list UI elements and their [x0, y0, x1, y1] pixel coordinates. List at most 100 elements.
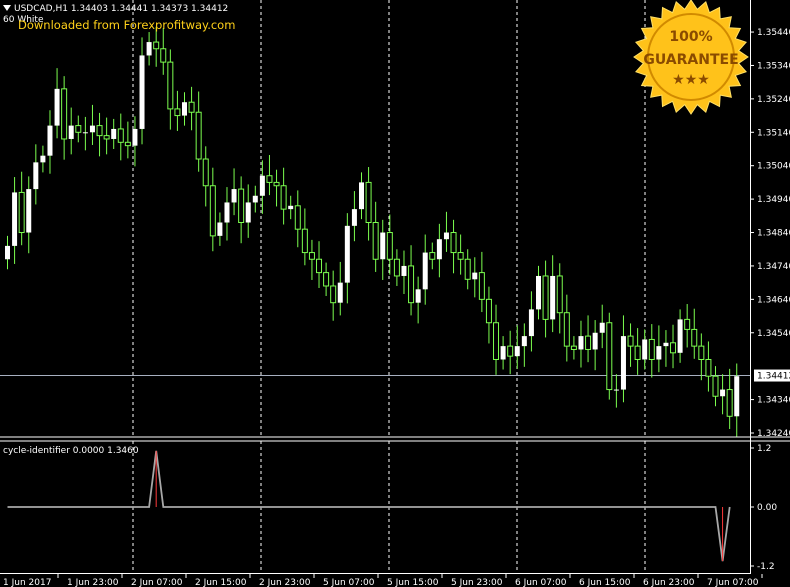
candle-body-bear	[408, 265, 415, 304]
candle-body-bull	[224, 202, 230, 223]
candle-body-bear	[485, 298, 492, 324]
candle-body-bear	[670, 342, 677, 354]
time-tick-label: 7 Jun 07:00	[707, 578, 759, 587]
candle-body-bear	[726, 389, 733, 417]
price-tick-label: 1.34740	[757, 262, 790, 272]
time-tick-label: 2 Jun 15:00	[195, 578, 247, 587]
candle-body-bear	[556, 275, 563, 314]
candle-body-bull	[536, 275, 541, 310]
candle-body-bull	[5, 245, 10, 260]
candle-body-bear	[450, 232, 457, 254]
price-tick-label: 1.35040	[757, 162, 790, 172]
candle-body-bear	[117, 128, 124, 143]
candle-body-bull	[677, 319, 683, 353]
candle-body-bull	[415, 289, 421, 303]
candle-body-bear	[570, 345, 577, 350]
candle-body-bear	[160, 48, 167, 63]
price-tick-label: 1.34340	[757, 396, 790, 406]
candle-body-bull	[472, 272, 478, 280]
candle-body-bull	[245, 202, 251, 223]
candle-body-bear	[634, 345, 641, 360]
candle-body-bull	[259, 175, 265, 196]
time-tick-label: 2 Jun 23:00	[259, 578, 311, 587]
candle-body-bear	[238, 188, 245, 223]
price-tick-label: 1.34640	[757, 295, 790, 305]
candle-body-bear	[691, 328, 698, 347]
candle-body-bull	[54, 88, 60, 126]
candle-body-bull	[620, 336, 626, 390]
candle-body-bear	[308, 252, 315, 260]
candle-body-bear	[195, 111, 202, 160]
candle-body-bear	[188, 101, 195, 113]
candle-body-bear	[273, 181, 280, 187]
candle-body-bear	[478, 272, 485, 300]
candle-body-bull	[443, 232, 449, 240]
guarantee-badge: 100% GUARANTEE ★★★	[633, 0, 749, 115]
candle-body-bear	[648, 338, 655, 360]
candle-body-bear	[294, 205, 301, 230]
candle-body-bull	[337, 282, 343, 303]
candle-body-bull	[344, 225, 350, 283]
time-tick-label: 1 Jun 2017	[3, 578, 51, 587]
current-price-label: 1.34412	[757, 372, 790, 382]
candle-body-bear	[386, 232, 393, 260]
candle-body-bear	[393, 258, 400, 277]
candle-body-bull	[146, 42, 152, 56]
candle-body-bear	[585, 335, 592, 350]
candle-body-bull	[33, 162, 39, 190]
candle-body-bear	[124, 141, 131, 147]
candle-body-bull	[592, 332, 598, 350]
price-tick-label: 1.35140	[757, 128, 790, 138]
candle-body-bear	[372, 222, 379, 260]
candle-body-bear	[457, 252, 464, 260]
candle-body-bull	[599, 322, 605, 333]
candle-body-bear	[542, 275, 549, 320]
candle-body-bull	[26, 189, 32, 233]
candle-body-bull	[252, 195, 258, 203]
candle-body-bull	[578, 336, 584, 350]
candle-body-bear	[202, 158, 209, 187]
price-tick-label: 1.35440	[757, 28, 790, 38]
candle-body-bear	[698, 345, 705, 360]
candle-body-bull	[514, 346, 520, 357]
candle-body-bull	[231, 189, 237, 203]
time-tick-label: 5 Jun 15:00	[387, 578, 439, 587]
candle-body-bear	[61, 88, 68, 140]
candle-body-bull	[288, 205, 294, 210]
candle-body-bear	[330, 285, 337, 304]
candle-body-bull	[82, 132, 88, 134]
price-tick-label: 1.34240	[757, 429, 790, 439]
candle-body-bull	[663, 342, 669, 347]
candle-body-bear	[209, 185, 216, 237]
candle-body-bull	[613, 389, 619, 391]
candle-body-bear	[712, 375, 719, 397]
time-tick-label: 5 Jun 23:00	[451, 578, 503, 587]
indicator-title: cycle-identifier 0.0000 1.3460	[3, 446, 139, 456]
candle-body-bear	[606, 322, 613, 391]
candle-body-bull	[734, 376, 740, 417]
candle-body-bull	[436, 239, 442, 260]
candle-body-bear	[75, 125, 82, 133]
candle-body-bull	[182, 102, 187, 116]
candle-body-bull	[12, 192, 18, 246]
candle-body-bull	[359, 182, 364, 210]
candle-body-bull	[656, 346, 662, 360]
time-tick-label: 2 Jun 07:00	[131, 578, 183, 587]
indicator-tick-label: -1.2	[757, 562, 775, 572]
candle-body-bull	[380, 232, 386, 260]
candle-body-bear	[563, 312, 570, 347]
price-tick-label: 1.34540	[757, 329, 790, 339]
time-tick-label: 6 Jun 15:00	[579, 578, 631, 587]
candle-body-bull	[401, 265, 407, 276]
candle-body-bull	[139, 55, 145, 129]
candle-body-bear	[323, 272, 330, 287]
price-tick-label: 1.34840	[757, 229, 790, 239]
candle-body-bear	[429, 252, 436, 260]
price-tick-label: 1.35340	[757, 61, 790, 71]
candle-body-bull	[521, 336, 527, 347]
candle-body-bull	[111, 128, 117, 139]
candle-body-bull	[40, 155, 46, 163]
candle-body-bear	[167, 61, 174, 110]
indicator-tick-label: 0.00	[757, 503, 777, 513]
price-tick-label: 1.35240	[757, 95, 790, 105]
